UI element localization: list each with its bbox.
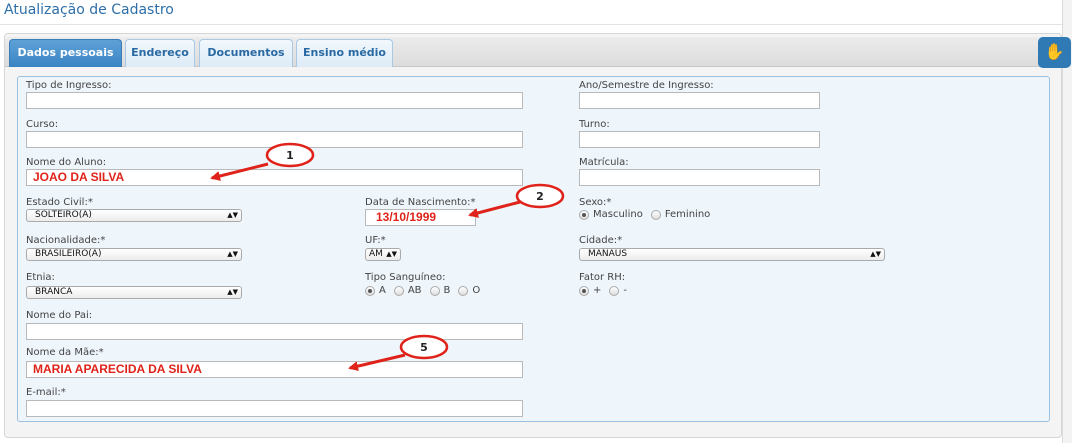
annotation-overlay: 1 2 5 — [210, 142, 565, 372]
callout-5-number: 5 — [420, 341, 428, 354]
callout-1-arrow — [210, 162, 269, 181]
callout-2-arrow — [468, 200, 521, 218]
callout-5-arrow — [348, 353, 406, 372]
callout-2-badge: 2 — [515, 183, 565, 209]
callout-5-badge: 5 — [399, 334, 449, 360]
callout-1-badge: 1 — [265, 142, 315, 168]
callout-2-number: 2 — [536, 190, 544, 203]
callout-1-number: 1 — [286, 149, 294, 162]
